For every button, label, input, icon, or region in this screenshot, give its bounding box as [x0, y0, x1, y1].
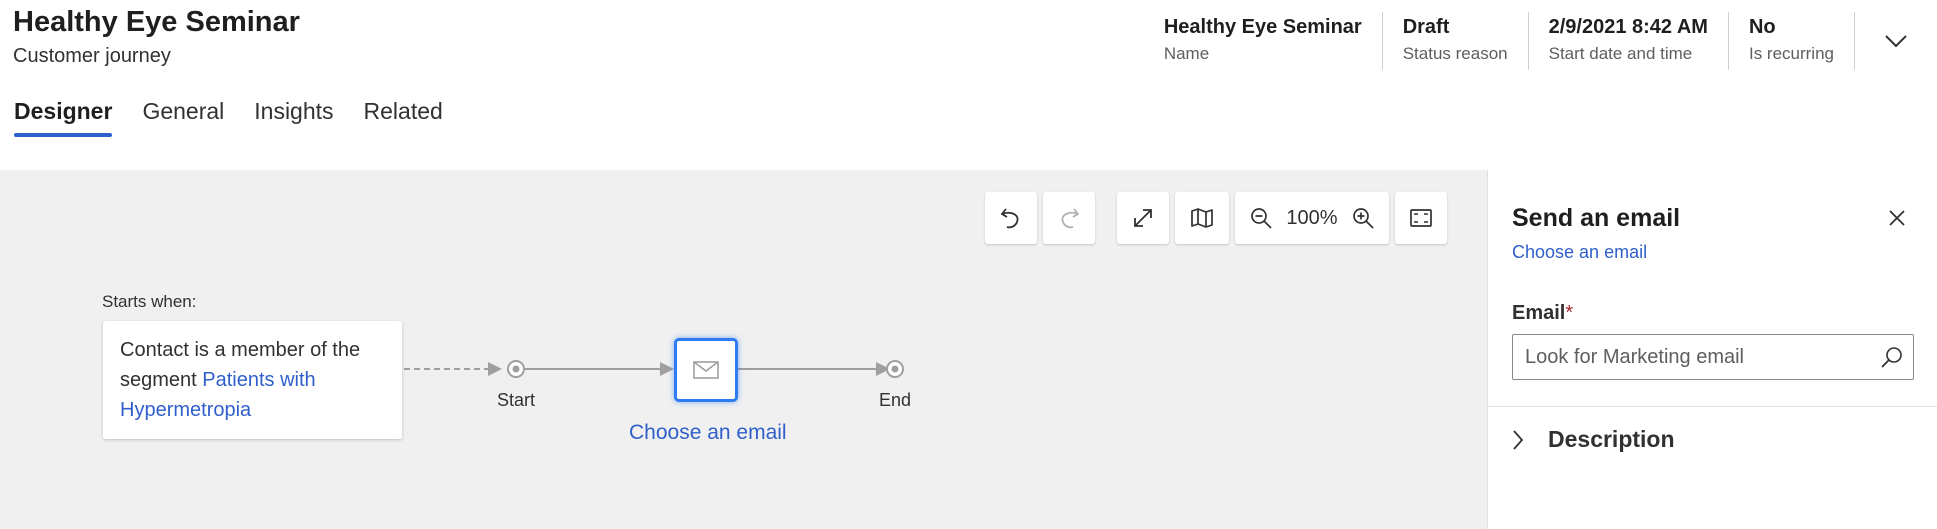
panel-divider [1488, 406, 1937, 407]
header-field-start-date: 2/9/2021 8:42 AM Start date and time [1529, 12, 1729, 70]
header-fields: Healthy Eye Seminar Name Draft Status re… [1144, 12, 1937, 70]
undo-icon [1000, 208, 1019, 229]
tab-list: Designer General Insights Related [14, 98, 473, 137]
map-icon [1191, 208, 1213, 228]
zoom-control: 100% [1235, 192, 1389, 244]
redo-button[interactable] [1043, 192, 1095, 244]
required-mark: * [1565, 302, 1574, 324]
search-icon [1881, 347, 1902, 368]
start-label: Start [497, 390, 536, 410]
tab-general[interactable]: General [142, 98, 224, 135]
properties-panel: Send an email Choose an email Email* Des… [1487, 170, 1937, 529]
description-label: Description [1548, 426, 1675, 452]
map-button[interactable] [1175, 192, 1229, 244]
page-subtitle: Customer journey [13, 45, 171, 67]
tab-insights[interactable]: Insights [254, 98, 333, 135]
header-field-value: Draft [1402, 16, 1450, 38]
header-field-value: 2/9/2021 8:42 AM [1548, 16, 1708, 38]
expand-icon [1134, 209, 1152, 227]
description-section-toggle[interactable]: Description [1512, 426, 1675, 453]
choose-email-panel-link[interactable]: Choose an email [1512, 242, 1647, 263]
close-icon [1889, 210, 1905, 226]
fit-to-screen-button[interactable] [1395, 192, 1447, 244]
trigger-arrow [488, 362, 502, 376]
header-field-label: Status reason [1402, 44, 1508, 63]
header-field-value: No [1748, 16, 1776, 38]
header-expand-button[interactable] [1855, 12, 1937, 70]
fit-to-screen-icon [1410, 209, 1432, 227]
header-field-label: Is recurring [1748, 44, 1834, 63]
panel-title: Send an email [1512, 204, 1681, 232]
header-field-status: Draft Status reason [1383, 12, 1529, 70]
end-node-dot [891, 365, 899, 373]
envelope-icon [693, 361, 719, 379]
zoom-out-icon[interactable] [1249, 206, 1273, 230]
zoom-level: 100% [1286, 206, 1338, 229]
chevron-right-icon [1513, 429, 1524, 450]
journey-designer-canvas[interactable]: 100% Starts when: Contact is a member of… [0, 170, 1487, 529]
close-panel-button[interactable] [1883, 204, 1911, 232]
start-node-dot [512, 365, 520, 373]
header-field-value: Healthy Eye Seminar [1163, 16, 1362, 38]
email-lookup [1512, 334, 1914, 380]
send-email-tile[interactable] [674, 338, 738, 402]
end-label: End [879, 390, 912, 410]
choose-email-link[interactable]: Choose an email [629, 421, 787, 445]
lookup-search-button[interactable] [1871, 335, 1913, 379]
tile-arrow [660, 362, 674, 376]
journey-flow [404, 360, 904, 378]
email-lookup-input[interactable] [1513, 337, 1871, 377]
record-header: Healthy Eye Seminar Customer journey Hea… [0, 0, 1937, 80]
expand-button[interactable] [1117, 192, 1169, 244]
header-field-recurring: No Is recurring [1729, 12, 1855, 70]
page-title: Healthy Eye Seminar [13, 6, 300, 38]
tab-designer[interactable]: Designer [14, 98, 113, 137]
redo-icon [1061, 208, 1080, 229]
email-label-text: Email [1512, 302, 1566, 324]
email-field-label: Email* [1512, 302, 1573, 325]
zoom-in-icon[interactable] [1351, 206, 1375, 230]
header-field-name: Healthy Eye Seminar Name [1144, 12, 1383, 70]
header-field-label: Name [1163, 44, 1210, 63]
chevron-down-icon [1885, 35, 1907, 48]
tab-related[interactable]: Related [364, 98, 443, 135]
header-field-label: Start date and time [1548, 44, 1693, 63]
